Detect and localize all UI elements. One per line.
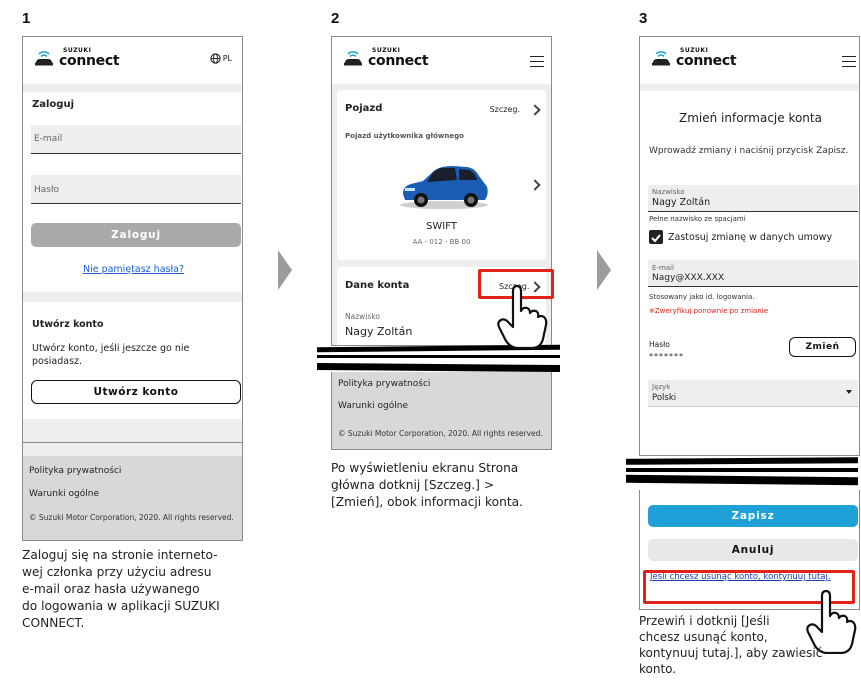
- next-step-arrow-icon: [278, 250, 292, 290]
- copyright-text: © Suzuki Motor Corporation, 2020. All ri…: [29, 513, 234, 522]
- vehicle-card: Pojazd Szczeg. Pojazd użytkownika główne…: [337, 90, 546, 260]
- email-placeholder: E-mail: [34, 134, 63, 144]
- surname-value: Nagy Zoltán: [345, 325, 413, 338]
- suzuki-connect-logo: SUZUKI connect: [650, 48, 737, 69]
- language-selector[interactable]: PL: [210, 53, 232, 64]
- password-label: Hasło: [649, 340, 670, 349]
- email-field[interactable]: [31, 125, 241, 153]
- step-number-3: 3: [639, 10, 648, 27]
- next-step-arrow-icon: [597, 250, 611, 290]
- vehicle-model: SWIFT: [426, 221, 457, 232]
- suzuki-connect-logo: SUZUKI connect: [342, 48, 429, 69]
- globe-icon: [210, 53, 221, 64]
- suzuki-connect-logo: SUZUKI connect: [33, 48, 120, 69]
- login-button[interactable]: Zaloguj: [31, 223, 241, 247]
- product-text: connect: [676, 53, 737, 69]
- caption-step-1: Zaloguj się na stronie interneto- wej cz…: [22, 548, 220, 630]
- change-password-button[interactable]: Zmień: [789, 337, 856, 357]
- screen-login: SUZUKI connect PL Zaloguj E-mail Hasło Z…: [22, 36, 243, 443]
- create-account-button[interactable]: Utwórz konto: [31, 380, 241, 404]
- surname-field-label: Nazwisko: [652, 188, 685, 196]
- surname-label: Nazwisko: [345, 312, 380, 321]
- vehicle-details-link[interactable]: Szczeg.: [490, 105, 520, 114]
- account-title: Dane konta: [345, 280, 410, 291]
- vehicle-plate: AA - 012 - BB 00: [412, 238, 471, 246]
- language-field-value: Polski: [652, 393, 677, 403]
- email-field-label: E-mail: [652, 264, 674, 272]
- chevron-right-icon[interactable]: [529, 104, 541, 116]
- save-button[interactable]: Zapisz: [648, 505, 858, 527]
- vehicle-title: Pojazd: [345, 103, 383, 114]
- home-footer: Polityka prywatności Warunki ogólne © Su…: [331, 372, 552, 450]
- forgot-password-link[interactable]: Nie pamiętasz hasła?: [23, 264, 242, 275]
- product-text: connect: [59, 53, 120, 69]
- caption-step-2: Po wyświetleniu ekranu Strona główna dot…: [331, 461, 523, 509]
- edit-intro-text: Wprowadź zmiany i naciśnij przycisk Zapi…: [649, 146, 849, 156]
- hamburger-menu-icon[interactable]: [842, 56, 856, 67]
- cut-mark: [625, 457, 859, 465]
- password-placeholder: Hasło: [34, 185, 60, 195]
- cut-mark: [317, 355, 560, 358]
- car-wifi-icon: [35, 51, 53, 66]
- privacy-link[interactable]: Polityka prywatności: [338, 379, 430, 389]
- terms-link[interactable]: Warunki ogólne: [29, 489, 99, 499]
- email-hint: Stosowany jako id. logowania.: [649, 293, 755, 301]
- language-code: PL: [222, 54, 232, 63]
- surname-hint: Pełne nazwisko ze spacjami: [649, 215, 746, 223]
- checkmark-icon: [651, 234, 661, 243]
- edit-account-title: Zmień informacje konta: [679, 111, 822, 125]
- privacy-link[interactable]: Polityka prywatności: [29, 466, 121, 476]
- email-field-value: Nagy@XXX.XXX: [652, 273, 725, 283]
- cancel-button[interactable]: Anuluj: [648, 539, 858, 561]
- apply-contract-label: Zastosuj zmianę w danych umowy: [668, 232, 833, 243]
- surname-field-value: Nagy Zoltán: [652, 197, 711, 208]
- language-field-label: Język: [652, 383, 671, 391]
- car-image: [400, 166, 488, 209]
- cut-mark: [316, 362, 561, 373]
- create-account-title: Utwórz konto: [32, 319, 104, 330]
- password-field[interactable]: [31, 175, 241, 203]
- login-footer: Polityka prywatności Warunki ogólne © Su…: [22, 456, 243, 541]
- product-text: connect: [368, 53, 429, 69]
- email-warning: ※Zweryfikuj ponownie po zmianie: [649, 307, 769, 315]
- chevron-right-icon[interactable]: [529, 179, 541, 191]
- screen-edit-account: SUZUKI connect Zmień informacje konta Wp…: [639, 36, 860, 456]
- car-wifi-icon: [652, 51, 670, 66]
- step-number-1: 1: [22, 10, 31, 27]
- caption-step-3: Przewiń i dotknij [Jeśli chcesz usunąć k…: [639, 614, 823, 676]
- terms-link[interactable]: Warunki ogólne: [338, 401, 408, 411]
- create-account-text: Utwórz konto, jeśli jeszcze go nie posia…: [32, 343, 190, 367]
- vehicle-subtitle: Pojazd użytkownika głównego: [345, 132, 464, 140]
- cut-mark: [625, 474, 859, 486]
- step-number-2: 2: [331, 10, 340, 27]
- pointing-hand-icon: [497, 285, 548, 349]
- cut-mark: [626, 468, 858, 472]
- apply-contract-checkbox[interactable]: [649, 230, 663, 244]
- password-value: *******: [649, 352, 684, 361]
- language-field[interactable]: [648, 380, 858, 406]
- login-title: Zaloguj: [32, 99, 75, 110]
- car-wifi-icon: [344, 51, 362, 66]
- copyright-text: © Suzuki Motor Corporation, 2020. All ri…: [338, 429, 543, 438]
- hamburger-menu-icon[interactable]: [530, 56, 544, 67]
- dropdown-caret-icon[interactable]: [846, 390, 852, 394]
